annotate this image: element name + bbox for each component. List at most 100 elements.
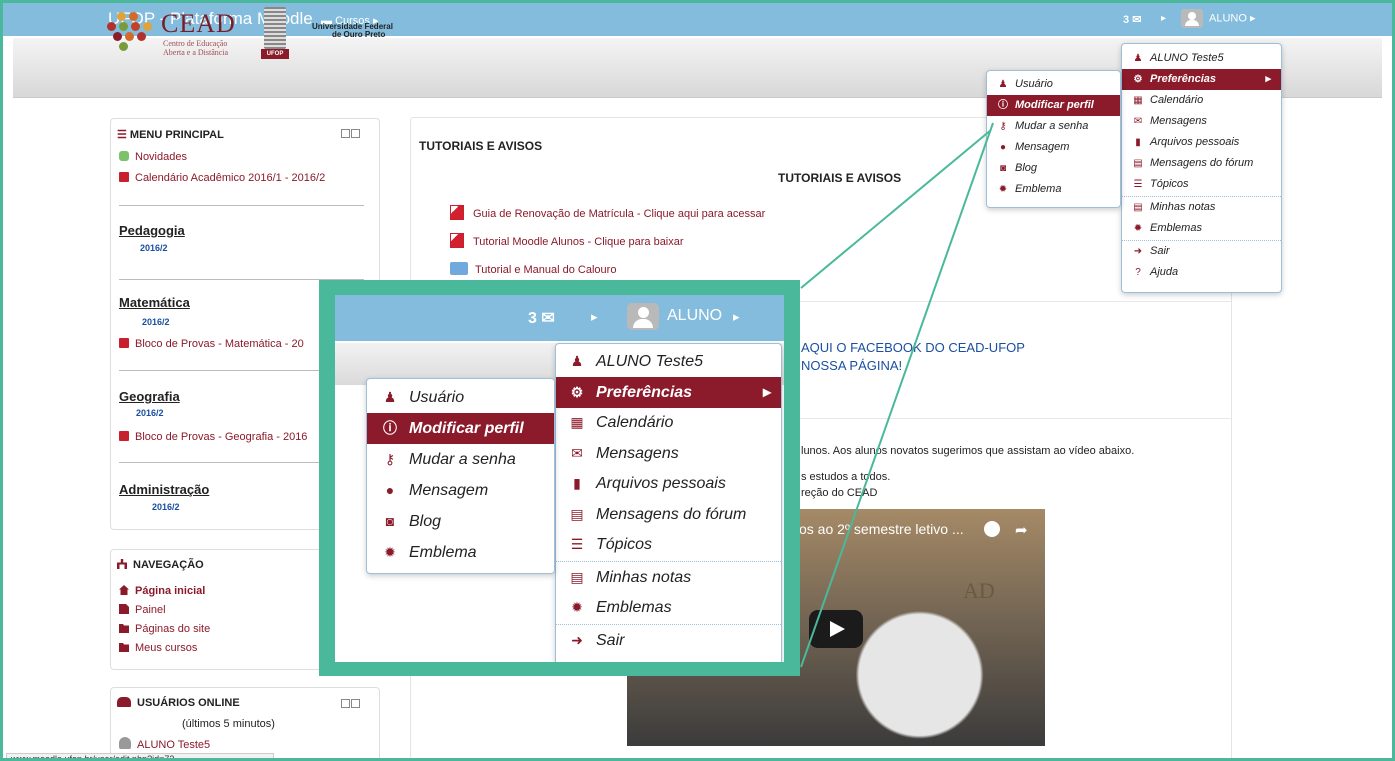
user-item-mensagens[interactable]: ✉ Mensagens: [1122, 111, 1281, 132]
user-item-aluno-teste5[interactable]: ♟ ALUNO Teste5: [1122, 48, 1281, 69]
menu-item-label: Arquivos pessoais: [1150, 136, 1240, 148]
nav-item-meus-cursos[interactable]: Meus cursos: [119, 642, 197, 654]
online-user[interactable]: ALUNO Teste5: [119, 737, 210, 751]
pdf-icon: [119, 338, 129, 348]
z-pref-item-emblema[interactable]: ✹ Emblema: [367, 537, 554, 568]
user-item-ajuda[interactable]: ? Ajuda: [1122, 262, 1281, 283]
scrollbar-track[interactable]: [1385, 38, 1392, 758]
section-link-matematica[interactable]: Bloco de Provas - Matemática - 20: [119, 338, 304, 350]
watch-later-icon[interactable]: [984, 521, 1000, 537]
collapse-icon[interactable]: [341, 129, 350, 138]
z-user-item-mensagens[interactable]: ✉ Mensagens: [556, 438, 781, 469]
help-icon: ?: [1135, 267, 1141, 278]
forum-icon: ▤: [1133, 158, 1143, 169]
z-user-item-t-picos[interactable]: ☰ Tópicos: [556, 529, 781, 560]
user-item-minhas-notas[interactable]: ▤ Minhas notas: [1122, 197, 1281, 218]
z-user-item-mensagens-do-f-rum[interactable]: ▤ Mensagens do fórum: [556, 499, 781, 530]
nav-item-label: Páginas do site: [135, 623, 211, 635]
z-user-item-minhas-notas[interactable]: ▤ Minhas notas: [556, 562, 781, 593]
menu-item-novidades[interactable]: Novidades: [119, 151, 187, 163]
z-user-item-prefer-ncias[interactable]: ⚙ Preferências ▸: [556, 376, 781, 408]
avatar: [1181, 9, 1203, 28]
menu-item-label: Calendário Acadêmico 2016/1 - 2016/2: [135, 172, 326, 184]
pref-item-modificar-perfil[interactable]: ⓘ Modificar perfil: [987, 95, 1120, 116]
zoom-user-name[interactable]: ALUNO: [667, 307, 722, 325]
dock-icon[interactable]: [351, 129, 360, 138]
play-button[interactable]: [809, 610, 863, 648]
menu-item-label: Minhas notas: [596, 568, 692, 586]
menu-item-label: Emblemas: [1150, 222, 1202, 234]
z-pref-item-mensagem[interactable]: ● Mensagem: [367, 475, 554, 506]
nav-item-paginas-do-site[interactable]: Páginas do site: [119, 623, 210, 635]
badge-icon: ✹: [1133, 223, 1143, 234]
user-name: ALUNO: [1209, 12, 1247, 25]
doc-link-renovacao[interactable]: Guia de Renovação de Matrícula - Clique …: [450, 205, 765, 220]
zoom-messages-button[interactable]: 3 ✉: [528, 308, 555, 328]
pdf-icon: [450, 233, 464, 248]
zoom-messages-count: 3: [528, 310, 537, 327]
menu-item-calendario[interactable]: Calendário Acadêmico 2016/1 - 2016/2: [119, 172, 325, 184]
section-link-geografia[interactable]: Bloco de Provas - Geografia - 2016: [119, 431, 307, 443]
section-geografia[interactable]: Geografia: [119, 389, 180, 404]
usuarios-online-title: USUÁRIOS ONLINE: [117, 697, 240, 709]
user-item-prefer-ncias[interactable]: ⚙ Preferências ▸: [1122, 69, 1281, 90]
user-item-t-picos[interactable]: ☰ Tópicos: [1122, 174, 1281, 195]
z-pref-item-modificar-perfil[interactable]: ⓘ Modificar perfil: [367, 413, 554, 444]
facebook-link[interactable]: AQUI O FACEBOOK DO CEAD-UFOP: [801, 340, 1025, 355]
user-item-calend-rio[interactable]: ▦ Calendário: [1122, 90, 1281, 111]
share-icon[interactable]: ➦: [1015, 521, 1028, 539]
file-icon: ▮: [573, 475, 581, 491]
pdf-icon: [119, 172, 129, 182]
doc-link-calouro[interactable]: Tutorial e Manual do Calouro: [450, 262, 616, 276]
section-matematica[interactable]: Matemática: [119, 295, 190, 310]
z-user-item-emblemas[interactable]: ✹ Emblemas: [556, 592, 781, 623]
facebook-link-2[interactable]: NOSSA PÁGINA!: [801, 358, 902, 373]
doc-link-label: Tutorial e Manual do Calouro: [475, 264, 617, 276]
pref-item-emblema[interactable]: ✹ Emblema: [987, 179, 1120, 200]
z-pref-item-blog[interactable]: ◙ Blog: [367, 506, 554, 537]
pref-item-usu-rio[interactable]: ♟ Usuário: [987, 74, 1120, 95]
menu-principal-label: MENU PRINCIPAL: [129, 129, 224, 141]
nav-item-label: Meus cursos: [135, 642, 198, 654]
pref-item-mensagem[interactable]: ● Mensagem: [987, 137, 1120, 158]
pref-item-mudar-a-senha[interactable]: ⚷ Mudar a senha: [987, 116, 1120, 137]
key-icon: ⚷: [999, 121, 1007, 132]
user-menu-toggle[interactable]: ALUNO ▸: [1181, 9, 1255, 28]
z-pref-item-mudar-a-senha[interactable]: ⚷ Mudar a senha: [367, 444, 554, 475]
messages-button[interactable]: 3 ✉: [1123, 13, 1141, 26]
block-controls[interactable]: [341, 699, 361, 708]
z-pref-item-usu-rio[interactable]: ♟ Usuário: [367, 382, 554, 413]
menu-item-label: Emblema: [1015, 183, 1062, 195]
pref-item-blog[interactable]: ◙ Blog: [987, 158, 1120, 179]
caret-right-icon[interactable]: ▸: [1161, 13, 1166, 24]
z-user-item-aluno-teste5[interactable]: ♟ ALUNO Teste5: [556, 346, 781, 377]
z-user-item-arquivos-pessoais[interactable]: ▮ Arquivos pessoais: [556, 468, 781, 499]
nav-item-painel[interactable]: Painel: [119, 604, 166, 616]
section-period: 2016/2: [136, 408, 164, 418]
section-administracao[interactable]: Administração: [119, 482, 209, 497]
collapse-icon[interactable]: [341, 699, 350, 708]
section-pedagogia[interactable]: Pedagogia: [119, 223, 185, 238]
doc-link-tutorial[interactable]: Tutorial Moodle Alunos - Clique para bai…: [450, 233, 684, 248]
nav-item-label: Painel: [135, 604, 166, 616]
preferences-submenu: ♟ Usuário ⓘ Modificar perfil ⚷ Mudar a senha ●…: [986, 70, 1121, 208]
menu-item-label: Mensagens: [596, 444, 679, 462]
z-user-item-calend-rio[interactable]: ▦ Calendário: [556, 407, 781, 438]
user-item-emblemas[interactable]: ✹ Emblemas: [1122, 218, 1281, 239]
signout-icon: ➜: [1133, 246, 1143, 257]
user-item-sair[interactable]: ➜ Sair: [1122, 241, 1281, 262]
video-title[interactable]: os ao 2º semestre letivo ...: [799, 521, 964, 537]
folder-icon: [119, 624, 129, 633]
dock-icon[interactable]: [351, 699, 360, 708]
user-item-mensagens-do-f-rum[interactable]: ▤ Mensagens do fórum: [1122, 153, 1281, 174]
caret-right-icon[interactable]: ▸: [591, 309, 598, 325]
menu-item-label: Mensagem: [409, 482, 489, 499]
user-icon: ♟: [570, 353, 584, 369]
menu-item-label: Novidades: [135, 151, 187, 163]
user-item-arquivos-pessoais[interactable]: ▮ Arquivos pessoais: [1122, 132, 1281, 153]
nav-item-pagina-inicial[interactable]: Página inicial: [119, 585, 205, 597]
z-user-item-sair[interactable]: ➜ Sair: [556, 625, 781, 656]
envelope-icon: ✉: [1133, 116, 1143, 127]
block-controls[interactable]: [341, 129, 361, 138]
folder-icon: [119, 643, 129, 652]
